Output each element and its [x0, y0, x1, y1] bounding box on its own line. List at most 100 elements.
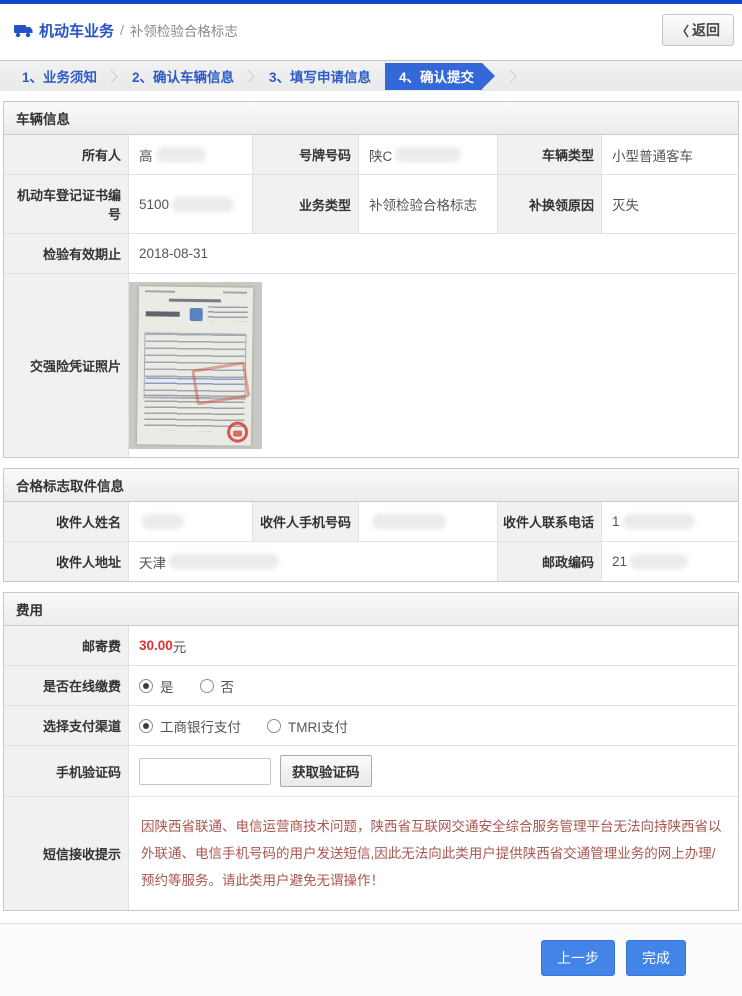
redacted-blur	[623, 514, 695, 529]
step-2-confirm-vehicle[interactable]: 2、确认车辆信息	[124, 66, 242, 86]
recipient-name-label: 收件人姓名	[4, 502, 129, 541]
recipient-mobile-label: 收件人手机号码	[253, 502, 359, 541]
online-pay-yes-option[interactable]: 是	[139, 676, 174, 696]
channel-icbc-option[interactable]: 工商银行支付	[139, 716, 241, 736]
table-row: 选择支付渠道 工商银行支付 TMRI支付	[4, 705, 738, 745]
table-row: 机动车登记证书编号 5100 业务类型 补领检验合格标志 补换领原因 灭失	[4, 174, 738, 233]
vehicle-info-section: 车辆信息 所有人 高 号牌号码 陕C 车辆类型 小型普通客车 机动车登记证书编号…	[3, 101, 739, 458]
postage-fee-label: 邮寄费	[4, 626, 129, 665]
chevron-separator-icon	[242, 70, 255, 83]
channel-icbc-label: 工商银行支付	[160, 716, 241, 736]
finish-button[interactable]: 完成	[626, 940, 686, 976]
radio-selected-icon	[139, 719, 153, 733]
table-row: 邮寄费 30.00元	[4, 626, 738, 665]
footer-actions: 上一步 完成	[0, 923, 742, 996]
chevron-separator-icon	[105, 70, 118, 83]
doc-detail	[223, 291, 247, 293]
table-row: 收件人姓名 收件人手机号码 收件人联系电话 1	[4, 502, 738, 541]
vehicle-type-value: 小型普通客车	[602, 135, 738, 174]
table-row: 交强险凭证照片	[4, 273, 738, 457]
table-row: 所有人 高 号牌号码 陕C 车辆类型 小型普通客车	[4, 135, 738, 174]
insurance-photo-cell	[129, 274, 738, 457]
recipient-phone-value: 1	[602, 502, 738, 541]
radio-unselected-icon	[200, 679, 214, 693]
channel-tmri-label: TMRI支付	[288, 716, 348, 736]
back-button-label: 返回	[692, 20, 720, 40]
plate-number-value: 陕C	[359, 135, 498, 174]
pickup-info-section: 合格标志取件信息 收件人姓名 收件人手机号码 收件人联系电话 1 收件人地址 天…	[3, 468, 739, 582]
online-pay-no-option[interactable]: 否	[200, 676, 235, 696]
reissue-reason-label: 补换领原因	[498, 175, 602, 233]
payment-channel-options: 工商银行支付 TMRI支付	[129, 706, 738, 745]
registration-cert-value: 5100	[129, 175, 253, 233]
breadcrumb: 机动车业务 / 补领检验合格标志	[14, 20, 238, 41]
table-row: 是否在线缴费 是 否	[4, 665, 738, 705]
redacted-blur	[372, 514, 446, 529]
previous-step-button[interactable]: 上一步	[541, 940, 615, 976]
recipient-name-value	[129, 502, 253, 541]
online-pay-yes-label: 是	[160, 676, 174, 696]
redacted-blur	[395, 147, 461, 162]
radio-unselected-icon	[267, 719, 281, 733]
payment-channel-label: 选择支付渠道	[4, 706, 129, 745]
doc-detail	[145, 290, 175, 292]
sms-code-row: 获取验证码	[129, 746, 738, 796]
postage-unit: 元	[173, 636, 187, 656]
back-arrow-icon: 〈	[676, 21, 689, 40]
breadcrumb-separator: /	[120, 22, 124, 38]
doc-title-line	[169, 299, 221, 303]
table-row: 收件人地址 天津 邮政编码 21	[4, 541, 738, 581]
owner-label: 所有人	[4, 135, 129, 174]
sms-notice-cell: 因陕西省联通、电信运营商技术问题，陕西省互联网交通安全综合服务管理平台无法向持陕…	[129, 797, 738, 910]
chevron-separator-icon	[504, 70, 517, 83]
inspection-valid-until-value: 2018-08-31	[129, 234, 738, 273]
redacted-blur	[172, 197, 234, 212]
sms-code-input[interactable]	[139, 758, 271, 785]
step-4-confirm-submit-active[interactable]: 4、确认提交	[385, 63, 482, 90]
insurance-photo-label: 交强险凭证照片	[4, 274, 129, 457]
fee-section-title: 费用	[4, 593, 738, 626]
online-payment-label: 是否在线缴费	[4, 666, 129, 705]
document-paper	[137, 286, 253, 446]
table-row: 检验有效期止 2018-08-31	[4, 233, 738, 273]
vehicle-type-label: 车辆类型	[498, 135, 602, 174]
pickup-section-title: 合格标志取件信息	[4, 469, 738, 502]
step-3-fill-application[interactable]: 3、填写申请信息	[261, 66, 379, 86]
recipient-phone-label: 收件人联系电话	[498, 502, 602, 541]
redacted-blur	[142, 514, 184, 529]
breadcrumb-page-title: 补领检验合格标志	[130, 20, 238, 40]
sms-code-label: 手机验证码	[4, 746, 129, 796]
doc-detail	[208, 306, 248, 322]
owner-value: 高	[129, 135, 253, 174]
reissue-reason-value: 灭失	[602, 175, 738, 233]
sms-notice-text: 因陕西省联通、电信运营商技术问题，陕西省互联网交通安全综合服务管理平台无法向持陕…	[139, 809, 728, 898]
redacted-blur	[169, 554, 279, 569]
online-pay-no-label: 否	[221, 676, 235, 696]
channel-tmri-option[interactable]: TMRI支付	[267, 716, 348, 736]
fee-section: 费用 邮寄费 30.00元 是否在线缴费 是 否 选择支付渠道 工商银行支付	[3, 592, 739, 911]
red-stamp-mark	[233, 431, 242, 437]
breadcrumb-section[interactable]: 机动车业务	[39, 20, 114, 41]
vehicle-section-title: 车辆信息	[4, 102, 738, 135]
postal-code-label: 邮政编码	[498, 542, 602, 581]
business-type-label: 业务类型	[253, 175, 359, 233]
online-payment-options: 是 否	[129, 666, 738, 705]
get-code-button[interactable]: 获取验证码	[280, 755, 372, 787]
step-4-label: 4、确认提交	[399, 66, 474, 86]
recipient-address-label: 收件人地址	[4, 542, 129, 581]
table-row: 手机验证码 获取验证码	[4, 745, 738, 796]
back-button[interactable]: 〈 返回	[662, 14, 734, 46]
insurer-logo-mark	[190, 308, 203, 321]
inspection-valid-until-label: 检验有效期止	[4, 234, 129, 273]
step-navigation: 1、业务须知 2、确认车辆信息 3、填写申请信息 4、确认提交	[0, 60, 742, 91]
business-type-value: 补领检验合格标志	[359, 175, 498, 233]
sms-notice-label: 短信接收提示	[4, 797, 129, 910]
redacted-blur	[630, 554, 688, 569]
registration-cert-label: 机动车登记证书编号	[4, 175, 129, 233]
postal-code-value: 21	[602, 542, 738, 581]
vehicle-truck-icon	[14, 23, 33, 38]
redacted-blur	[156, 147, 206, 162]
step-1-business-notice[interactable]: 1、业务须知	[14, 66, 105, 86]
postage-fee-value: 30.00元	[129, 626, 738, 665]
insurance-certificate-photo[interactable]	[129, 282, 262, 449]
